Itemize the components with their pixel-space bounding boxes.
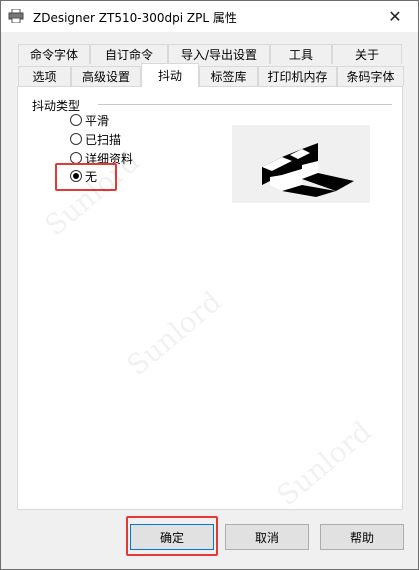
annotation-highlight-box bbox=[55, 163, 117, 191]
tab-import-export[interactable]: 导入/导出设置 bbox=[168, 44, 270, 64]
button-label: 帮助 bbox=[349, 530, 374, 545]
tab-label: 打印机内存 bbox=[267, 70, 328, 84]
help-button[interactable]: 帮助 bbox=[320, 524, 404, 550]
tab-label: 标签库 bbox=[210, 70, 247, 84]
title-bar: ZDesigner ZT510-300dpi ZPL 属性 ✕ bbox=[1, 1, 418, 32]
tab-printer-memory[interactable]: 打印机内存 bbox=[258, 66, 337, 86]
close-button[interactable]: ✕ bbox=[372, 1, 418, 32]
watermark-text: Sunlord bbox=[270, 414, 378, 513]
tab-label: 导入/导出设置 bbox=[180, 48, 258, 62]
cancel-button[interactable]: 取消 bbox=[225, 524, 309, 550]
printer-properties-dialog: ZDesigner ZT510-300dpi ZPL 属性 ✕ 命令字体 自订命… bbox=[0, 0, 419, 570]
tab-label-library[interactable]: 标签库 bbox=[199, 66, 258, 86]
tab-label: 抖动 bbox=[157, 69, 182, 83]
tab-advanced-settings[interactable]: 高级设置 bbox=[71, 66, 141, 86]
tab-about[interactable]: 关于 bbox=[332, 44, 402, 64]
printer-icon bbox=[8, 8, 24, 24]
group-divider bbox=[98, 104, 392, 106]
radio-option-scanned[interactable]: 已扫描 bbox=[70, 130, 121, 148]
dithering-panel: 抖动类型 平滑 已扫描 详细资料 无 Sunlord Sunlord Sunlo… bbox=[17, 86, 404, 556]
annotation-highlight-box bbox=[126, 516, 218, 556]
radio-label: 平滑 bbox=[85, 113, 110, 128]
tab-row-bottom: 选项 高级设置 抖动 标签库 打印机内存 条码字体 bbox=[18, 63, 404, 87]
window-title: ZDesigner ZT510-300dpi ZPL 属性 bbox=[33, 11, 237, 25]
tab-dithering[interactable]: 抖动 bbox=[141, 63, 199, 87]
tab-tools[interactable]: 工具 bbox=[270, 44, 332, 64]
tab-options[interactable]: 选项 bbox=[18, 66, 71, 86]
tab-command-fonts[interactable]: 命令字体 bbox=[18, 44, 90, 64]
tab-row-top: 命令字体 自订命令 导入/导出设置 工具 关于 bbox=[18, 44, 402, 65]
tab-label: 工具 bbox=[288, 48, 313, 62]
tab-label: 关于 bbox=[354, 48, 379, 62]
tab-label: 命令字体 bbox=[29, 48, 78, 62]
tab-label: 自订命令 bbox=[104, 48, 153, 62]
close-icon: ✕ bbox=[388, 7, 402, 26]
radio-label: 已扫描 bbox=[85, 132, 122, 147]
radio-option-smooth[interactable]: 平滑 bbox=[70, 111, 109, 129]
radio-button[interactable] bbox=[70, 114, 82, 126]
watermark-text: Sunlord bbox=[120, 284, 228, 383]
tab-barcode-fonts[interactable]: 条码字体 bbox=[337, 66, 404, 86]
tab-label: 选项 bbox=[32, 70, 57, 84]
tab-custom-commands[interactable]: 自订命令 bbox=[90, 44, 168, 64]
radio-button[interactable] bbox=[70, 133, 82, 145]
tab-label: 条码字体 bbox=[346, 70, 395, 84]
tab-label: 高级设置 bbox=[81, 70, 130, 84]
button-label: 取消 bbox=[254, 530, 279, 545]
dither-preview-image bbox=[232, 125, 370, 203]
